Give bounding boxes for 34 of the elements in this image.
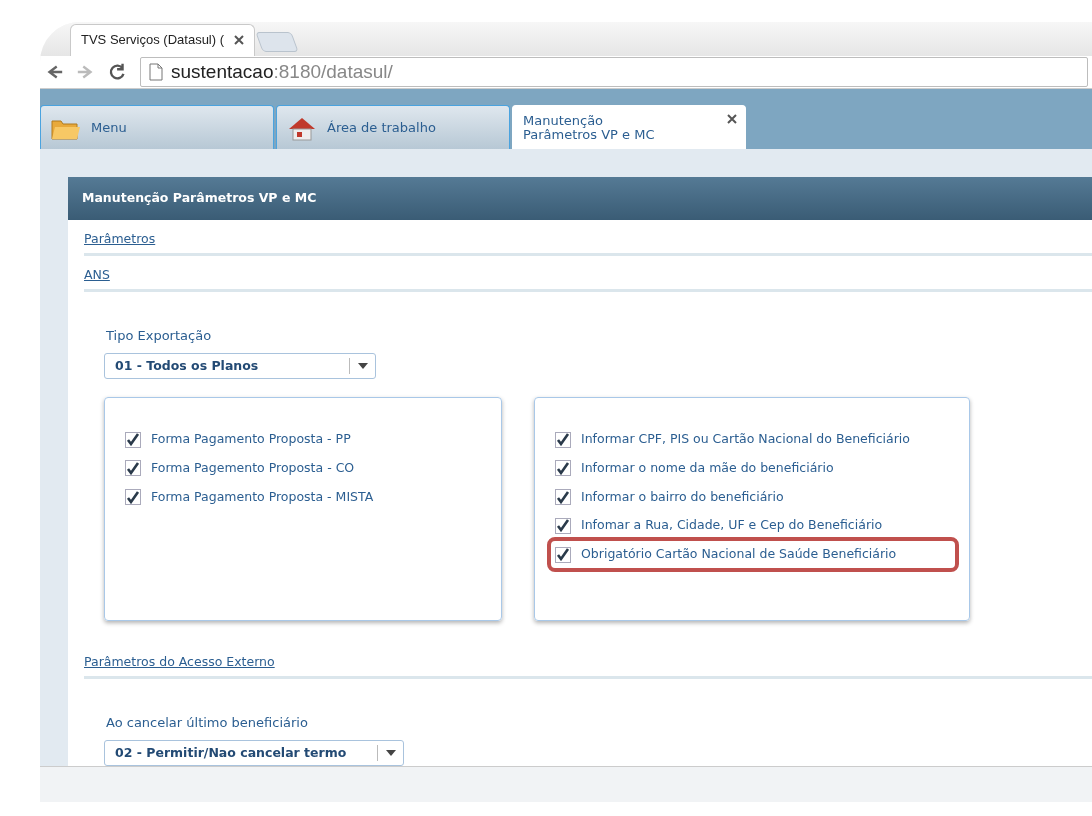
checkbox-label: Obrigatório Cartão Nacional de Saúde Beneficiário [581,545,897,564]
checkbox[interactable] [555,489,571,506]
checkbox[interactable] [555,517,571,534]
checkbox[interactable] [125,460,141,477]
caret-icon [385,750,396,757]
checkbox-label: Forma Pagamento Proposta - MISTA [151,487,374,506]
browser-tab[interactable]: TVS Serviços (Datasul) ( [70,23,256,56]
app-tab[interactable]: Área de trabalho [276,105,510,150]
field-label: Tipo Exportação [106,326,213,345]
checkbox[interactable] [555,431,571,448]
app-tab[interactable]: Menu [40,105,274,150]
section-link[interactable]: Parâmetros do Acesso Externo [84,643,1092,679]
checkbox[interactable] [125,431,141,448]
field-label: Ao cancelar último beneficiário [106,713,309,732]
checkbox-label: Forma Pagamento Proposta - PP [151,430,351,449]
checkbox-label: Informar o bairro do beneficiário [581,487,784,506]
page-icon [149,63,163,82]
close-icon[interactable] [727,113,737,124]
checkbox[interactable] [125,489,141,506]
section-link[interactable]: Parâmetros [84,220,1092,256]
panel-title: Manutenção Parâmetros VP e MC [68,177,1092,221]
dropdown[interactable]: 02 - Permitir/Nao cancelar termo [104,740,404,767]
checkbox-label: Informar o nome da mãe do beneficiário [581,458,834,477]
app-tab[interactable]: Manutenção Parâmetros VP e MC [512,105,746,150]
checkbox-label: Forma Pagemento Proposta - CO [151,458,355,477]
url-field[interactable]: sustentacao:8180/datasul/ [140,57,1088,88]
dropdown[interactable]: 01 - Todos os Planos [104,353,376,380]
checkbox-label: Informar CPF, PIS ou Cartão Nacional do Beneficiário [581,430,910,449]
checkbox[interactable] [555,460,571,477]
caret-icon [357,363,368,370]
checkbox-label: Infomar a Rua, Cidade, UF e Cep do Beneficiário [581,516,883,535]
checkbox[interactable] [555,546,571,563]
close-icon[interactable] [234,35,245,46]
section-link[interactable]: ANS [84,255,1092,292]
